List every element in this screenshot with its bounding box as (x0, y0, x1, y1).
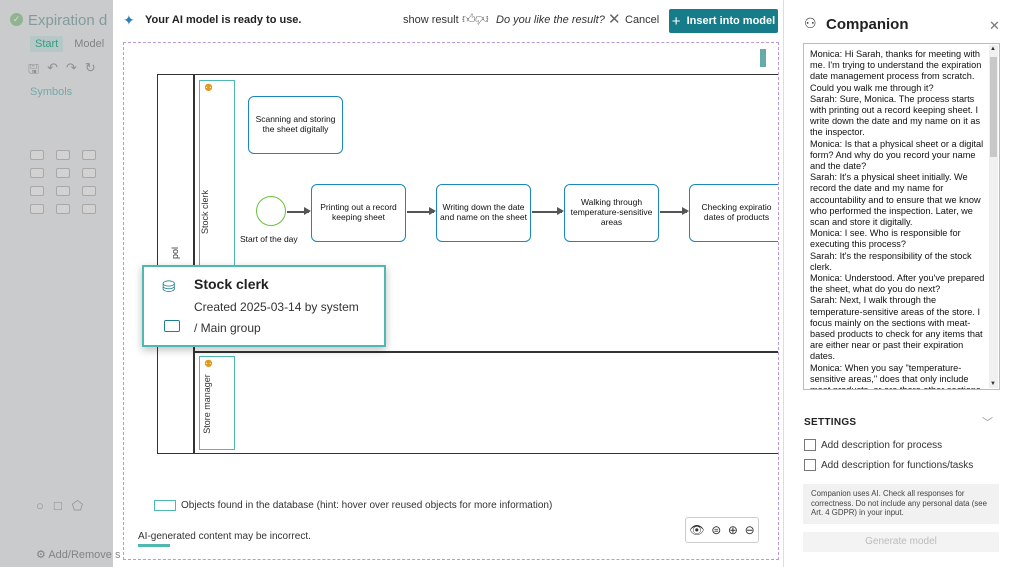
modal-dim-overlay (0, 0, 113, 567)
sequence-arrow (660, 208, 689, 214)
task-box[interactable]: Walking through temperature-sensitive ar… (564, 184, 659, 242)
start-event-label: Start of the day (240, 234, 298, 244)
thumbs-up-icon[interactable]: 👍︎ (462, 11, 476, 27)
ai-notice: Companion uses AI. Check all responses f… (803, 484, 999, 524)
tooltip-title: Stock clerk (194, 276, 269, 292)
tooltip-group: / Main group (194, 321, 261, 335)
start-event[interactable] (256, 196, 286, 226)
legend-text: Objects found in the database (hint: hov… (181, 500, 553, 511)
scroll-up-icon[interactable]: ▲ (990, 46, 996, 52)
legend-swatch (154, 500, 176, 511)
companion-panel: ⚇ Companion ✕ Monica: Hi Sarah, thanks f… (783, 0, 1013, 567)
plus-icon: + (671, 12, 681, 30)
zoom-controls: 👁︎ ⊜ ⊕ ⊖ (685, 517, 759, 543)
task-box[interactable]: Printing out a record keeping sheet (311, 184, 406, 242)
companion-icon: ⚇ (804, 15, 817, 31)
lane-label: Store manager (201, 374, 212, 434)
scroll-thumb[interactable] (990, 57, 997, 157)
ai-ready-message: Your AI model is ready to use. (145, 14, 302, 26)
transcript-text: Monica: Hi Sarah, thanks for meeting wit… (810, 49, 985, 389)
disclaimer-scrollbar[interactable] (138, 544, 170, 547)
process-description-checkbox[interactable] (804, 439, 816, 451)
settings-heading[interactable]: SETTINGS (804, 417, 856, 428)
task-box[interactable]: Scanning and storing the sheet digitally (248, 96, 343, 154)
sequence-arrow (287, 208, 311, 214)
insert-into-model-button[interactable]: + Insert into model (669, 9, 778, 33)
pool-label: pol (170, 246, 181, 260)
show-result-link[interactable]: show result (403, 14, 459, 26)
checkbox-label: Add description for functions/tasks (821, 460, 974, 471)
close-icon[interactable]: ✕ (608, 10, 621, 28)
sequence-arrow (532, 208, 564, 214)
transcript-scrollbar[interactable]: ▲ ▼ (989, 45, 998, 388)
generate-model-button[interactable]: Generate model (803, 532, 999, 552)
ai-result-topbar: ✦ Your AI model is ready to use. show re… (113, 0, 783, 40)
companion-title: Companion (826, 16, 909, 33)
transcript-textarea[interactable]: Monica: Hi Sarah, thanks for meeting wit… (803, 43, 1000, 390)
zoom-fit-icon[interactable]: ⊜ (711, 523, 721, 537)
thumbs-down-icon[interactable]: 👍︎ (475, 11, 489, 27)
zoom-out-icon[interactable]: ⊖ (745, 523, 755, 537)
object-tooltip: ⛁ Stock clerk Created 2025-03-14 by syst… (142, 265, 386, 347)
zoom-in-icon[interactable]: ⊕ (728, 523, 738, 537)
model-editor-background: ✓ Expiration d Start Model 🖫 ↶ ↷ ↻ Symbo… (0, 0, 120, 567)
lane-separator (194, 351, 778, 353)
pool-divider (193, 74, 195, 454)
sparkle-icon: ✦ (123, 12, 135, 28)
folder-icon (164, 320, 180, 332)
lane-store-manager[interactable]: ⚉ Store manager (199, 356, 235, 450)
scroll-down-icon[interactable]: ▼ (990, 381, 996, 387)
task-box[interactable]: Checking expiratio dates of products (689, 184, 778, 242)
functions-description-checkbox[interactable] (804, 459, 816, 471)
cancel-button[interactable]: Cancel (625, 14, 659, 26)
database-icon: ⛁ (162, 279, 176, 296)
checkbox-label: Add description for process (821, 440, 943, 451)
feedback-question: Do you like the result? (496, 14, 605, 26)
sequence-arrow (407, 208, 436, 214)
canvas-scroll-indicator[interactable] (760, 49, 766, 67)
person-icon: ⚉ (204, 359, 213, 370)
person-icon: ⚉ (204, 83, 213, 94)
task-box[interactable]: Writing down the date and name on the sh… (436, 184, 531, 242)
chevron-down-icon[interactable]: ﹀ (982, 414, 993, 430)
lane-label: Stock clerk (200, 189, 211, 235)
ai-disclaimer: AI-generated content may be incorrect. (138, 531, 311, 542)
eye-icon[interactable]: 👁︎ (689, 523, 704, 537)
tooltip-created: Created 2025-03-14 by system (194, 300, 359, 314)
close-icon[interactable]: ✕ (989, 18, 1000, 34)
